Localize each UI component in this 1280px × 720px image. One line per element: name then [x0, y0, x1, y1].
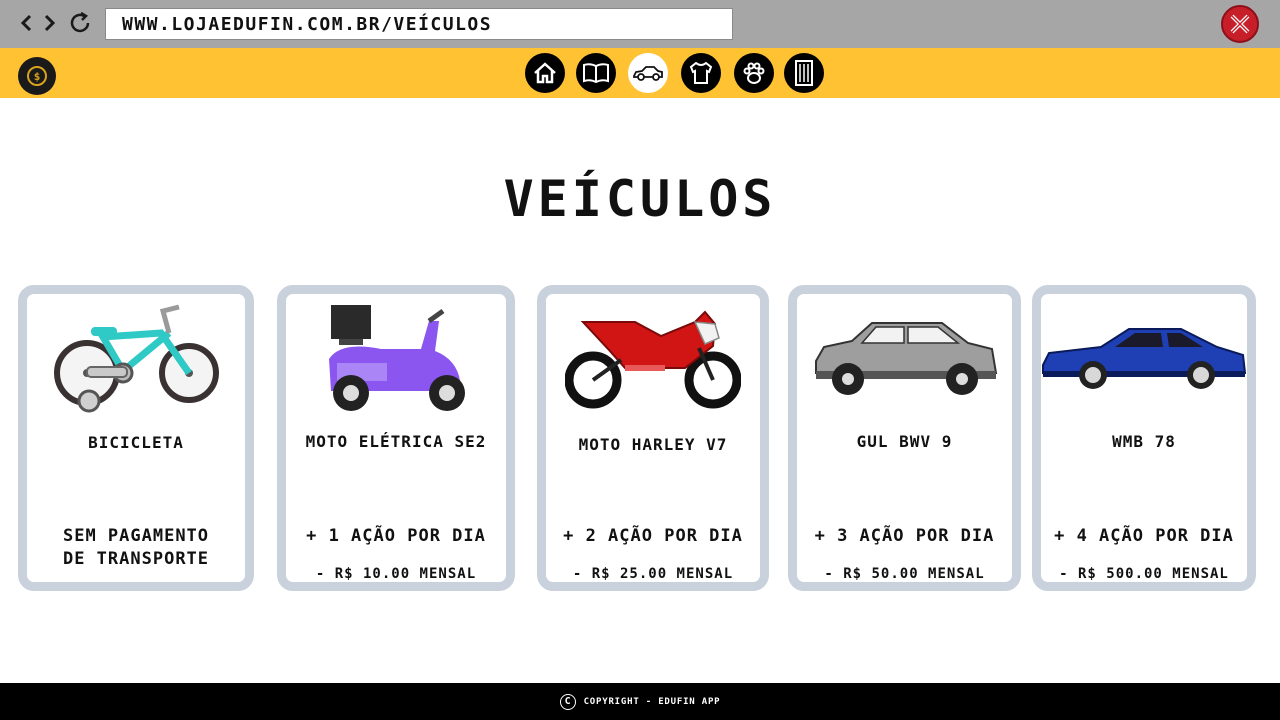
book-icon[interactable] [576, 53, 616, 93]
close-button[interactable] [1221, 5, 1259, 43]
vehicle-card-moto-harley[interactable]: MOTO HARLEY V7 + 2 AÇÃO POR DIA - R$ 25.… [537, 285, 769, 591]
footer: C COPYRIGHT - EDUFIN APP [0, 683, 1280, 720]
reload-icon[interactable] [66, 10, 94, 36]
suv-image [797, 300, 1012, 418]
building-icon[interactable] [784, 53, 824, 93]
forward-arrow-icon[interactable] [38, 10, 62, 36]
url-text: WWW.LOJAEDUFIN.COM.BR/VEÍCULOS [122, 14, 493, 35]
copyright-text: COPYRIGHT - EDUFIN APP [583, 696, 721, 707]
address-bar[interactable]: WWW.LOJAEDUFIN.COM.BR/VEÍCULOS [105, 8, 733, 40]
vehicle-benefit-line2: DE TRANSPORTE [62, 549, 210, 569]
scooter-image [286, 300, 506, 418]
paw-icon[interactable] [734, 53, 774, 93]
vehicle-benefit: + 4 AÇÃO POR DIA [1054, 526, 1234, 546]
vehicle-price: - R$ 10.00 MENSAL [315, 566, 477, 582]
coin-logo-icon[interactable]: $ [18, 57, 56, 95]
shirt-icon[interactable] [681, 53, 721, 93]
copyright-icon: C [559, 693, 576, 710]
vehicle-card-wmb-78[interactable]: WMB 78 + 4 AÇÃO POR DIA - R$ 500.00 MENS… [1032, 285, 1256, 591]
bicycle-image [27, 300, 245, 418]
vehicle-card-bicicleta[interactable]: BICICLETA SEM PAGAMENTO DE TRANSPORTE [18, 285, 254, 591]
logo-symbol: $ [27, 66, 47, 86]
browser-bar: WWW.LOJAEDUFIN.COM.BR/VEÍCULOS [0, 0, 1280, 48]
vehicle-name: GUL BWV 9 [856, 432, 953, 451]
vehicle-name: WMB 78 [1112, 432, 1176, 451]
car-icon[interactable] [628, 53, 668, 93]
vehicle-benefit: SEM PAGAMENTO [62, 526, 210, 546]
vehicle-name: MOTO ELÉTRICA SE2 [305, 432, 487, 451]
vehicle-benefit: + 1 AÇÃO POR DIA [306, 526, 486, 546]
vehicle-card-moto-eletrica[interactable]: MOTO ELÉTRICA SE2 + 1 AÇÃO POR DIA - R$ … [277, 285, 515, 591]
page-title: VEÍCULOS [503, 170, 777, 228]
home-icon[interactable] [525, 53, 565, 93]
vehicle-name: MOTO HARLEY V7 [578, 435, 728, 454]
app-header: $ [0, 48, 1280, 98]
vehicle-name: BICICLETA [88, 433, 184, 452]
sportscar-image [1041, 300, 1247, 418]
vehicle-benefit: + 3 AÇÃO POR DIA [814, 526, 995, 546]
close-icon [1230, 14, 1250, 34]
vehicle-benefit: + 2 AÇÃO POR DIA [563, 526, 743, 546]
back-arrow-icon[interactable] [14, 10, 38, 36]
vehicle-price: - R$ 50.00 MENSAL [824, 566, 985, 582]
motorcycle-image [546, 300, 760, 418]
vehicle-price: - R$ 500.00 MENSAL [1059, 566, 1229, 582]
vehicle-card-gul-bwv-9[interactable]: GUL BWV 9 + 3 AÇÃO POR DIA - R$ 50.00 ME… [788, 285, 1021, 591]
vehicle-price: - R$ 25.00 MENSAL [572, 566, 734, 582]
